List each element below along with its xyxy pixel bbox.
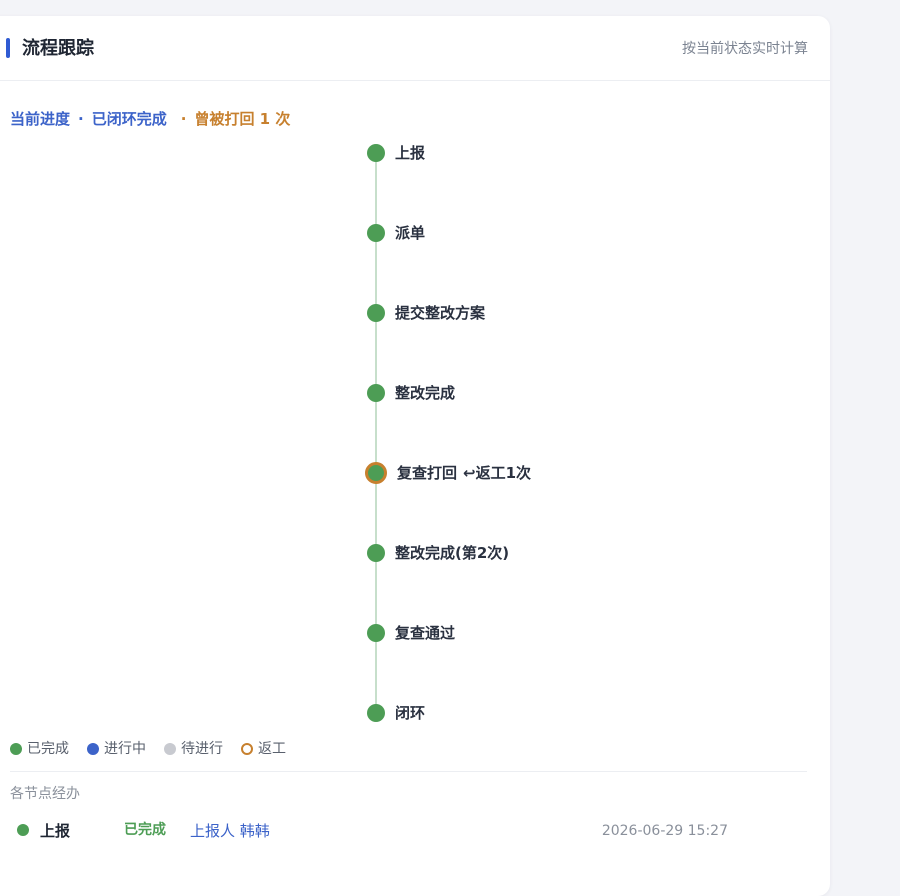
legend-pending-dot-icon <box>164 743 176 755</box>
timeline-node-dot-icon <box>367 704 385 722</box>
timeline-node-text: 派单 <box>395 224 426 242</box>
timeline-node-text: 闭环 <box>395 704 426 722</box>
timeline-node-dot-icon <box>367 544 385 562</box>
timeline-node-text: 复查打回 <box>397 464 458 482</box>
handler-time: 2026-06-29 15:27 <box>601 823 728 839</box>
timeline-node-dot-icon <box>367 224 385 242</box>
handlers-section-label: 各节点经办 <box>10 786 80 802</box>
timeline-node-text: 整改完成(第2次) <box>395 544 510 562</box>
timeline-node-label: 闭环 <box>395 702 425 724</box>
timeline-node-label: 整改完成 <box>395 382 455 404</box>
handler-row: 上报 已完成 上报人 韩韩 2026-06-29 15:27 <box>0 818 830 844</box>
handler-status: 已完成 <box>124 822 166 838</box>
handler-stage: 上报 <box>40 822 71 840</box>
timeline-node-dot-icon <box>367 384 385 402</box>
timeline-node-label: 整改完成(第2次) <box>395 542 509 564</box>
legend-pending-label: 待进行 <box>181 741 223 757</box>
legend-item-done: 已完成 <box>10 738 69 760</box>
timeline-node-label: 复查打回 ↩返工1次 <box>397 462 531 484</box>
legend-done-label: 已完成 <box>27 741 69 757</box>
handler-status-dot-icon <box>17 824 29 836</box>
timeline-node-label: 复查通过 <box>395 622 455 644</box>
timeline-node-dot-icon <box>367 304 385 322</box>
legend-done-dot-icon <box>10 743 22 755</box>
section-divider <box>10 771 807 772</box>
timeline-node-text: 上报 <box>395 144 426 162</box>
legend-rework-label: 返工 <box>258 741 286 757</box>
timeline-node-dot-icon <box>365 462 387 484</box>
legend-rework-ring-icon <box>241 743 253 755</box>
legend-item-active: 进行中 <box>87 738 146 760</box>
status-legend: 已完成 进行中 待进行 返工 <box>10 738 304 760</box>
handler-person-link[interactable]: 上报人 韩韩 <box>190 820 270 842</box>
timeline-node-label: 派单 <box>395 222 425 244</box>
legend-active-label: 进行中 <box>104 741 146 757</box>
timeline-node-text: 提交整改方案 <box>395 304 486 322</box>
legend-active-dot-icon <box>87 743 99 755</box>
timeline-node-rework-count: ↩返工1次 <box>463 464 532 482</box>
timeline-node-text: 整改完成 <box>395 384 456 402</box>
timeline-node-label: 提交整改方案 <box>395 302 485 324</box>
timeline-node-text: 复查通过 <box>395 624 456 642</box>
timeline-node-dot-icon <box>367 624 385 642</box>
process-timeline: 上报 派单 提交整改方案 整改完成 复查打回 ↩返工1次 整改完成(第2次) 复查通过 闭环 <box>0 0 900 861</box>
timeline-node-dot-icon <box>367 144 385 162</box>
legend-item-pending: 待进行 <box>164 738 223 760</box>
timeline-node-label: 上报 <box>395 142 425 164</box>
legend-item-rework: 返工 <box>241 738 286 760</box>
